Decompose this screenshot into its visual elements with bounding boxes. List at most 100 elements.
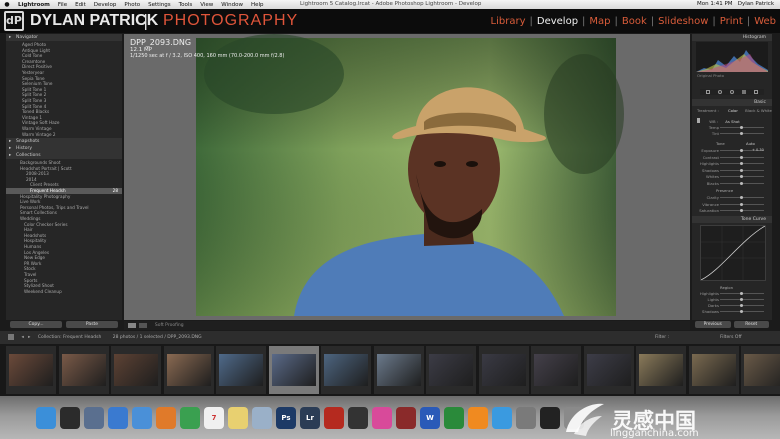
module-web[interactable]: Web: [752, 16, 778, 27]
mission-control-icon[interactable]: [84, 407, 104, 429]
finder-icon[interactable]: [36, 407, 56, 429]
image-canvas[interactable]: [124, 34, 690, 320]
filmstrip-thumbnail[interactable]: [478, 346, 529, 394]
adjustment-slider[interactable]: [720, 181, 764, 185]
treatment-bw[interactable]: Black & White: [745, 108, 772, 113]
basic-header[interactable]: Basic: [692, 99, 772, 106]
preset-item[interactable]: Warm Vintage 2: [6, 132, 122, 138]
copy-button[interactable]: Copy...: [10, 321, 62, 328]
history-header[interactable]: History: [6, 145, 122, 153]
adjustment-slider[interactable]: [720, 168, 764, 172]
tint-slider[interactable]: [720, 132, 764, 135]
tone-curve-header[interactable]: Tone Curve: [692, 216, 772, 223]
spot-removal-icon[interactable]: [718, 90, 722, 94]
filmstrip-thumbnail[interactable]: [426, 346, 476, 394]
camranger-icon[interactable]: [348, 407, 368, 429]
menubar-clock[interactable]: Mon 1:41 PM: [697, 1, 733, 7]
apple-icon[interactable]: ●: [0, 1, 14, 8]
navigator-header[interactable]: Navigator: [6, 34, 122, 41]
vlc-icon[interactable]: [468, 407, 488, 429]
grid-view-icon[interactable]: [8, 334, 14, 340]
firefox-icon[interactable]: [156, 407, 176, 429]
wb-select[interactable]: As Shot: [725, 119, 739, 124]
calendar-icon[interactable]: 7: [204, 407, 224, 429]
app-store-icon[interactable]: [492, 407, 512, 429]
adjustment-slider[interactable]: [720, 310, 764, 313]
adjustment-slider[interactable]: [720, 162, 764, 165]
module-map[interactable]: Map: [587, 16, 612, 27]
nav-back-icon[interactable]: ◂: [21, 335, 23, 340]
reset-button[interactable]: Reset: [733, 321, 769, 328]
filmstrip-source[interactable]: Collection: Frequent Headsh: [38, 335, 101, 340]
previous-button[interactable]: Previous: [695, 321, 731, 328]
module-print[interactable]: Print: [718, 16, 745, 27]
auto-tone-button[interactable]: Auto: [746, 141, 755, 146]
filmstrip-thumbnail[interactable]: [58, 346, 109, 394]
red-eye-icon[interactable]: [730, 90, 734, 94]
itunes-icon[interactable]: [372, 407, 392, 429]
adjustment-slider[interactable]: [720, 304, 764, 307]
menu-develop[interactable]: Develop: [90, 2, 121, 8]
adjustment-slider[interactable]: [720, 298, 764, 301]
module-develop[interactable]: Develop: [535, 16, 580, 27]
collection-item[interactable]: Weekend Cleanup: [6, 289, 122, 295]
adjustment-slider[interactable]: [720, 155, 764, 159]
before-after-icon[interactable]: [139, 323, 148, 328]
filmstrip-thumbnail[interactable]: [321, 346, 371, 394]
notes-icon[interactable]: [228, 407, 248, 429]
collections-header[interactable]: Collections: [6, 152, 122, 160]
system-preferences-icon[interactable]: [516, 407, 536, 429]
menu-settings[interactable]: Settings: [144, 2, 175, 8]
menu-help[interactable]: Help: [247, 2, 268, 8]
module-library[interactable]: Library: [489, 16, 528, 27]
filmstrip-thumbnail[interactable]: [373, 346, 424, 394]
filter-select[interactable]: Filters Off: [720, 331, 742, 344]
filmstrip-thumbnail[interactable]: [163, 346, 214, 394]
module-book[interactable]: Book: [620, 16, 649, 27]
word-icon[interactable]: W: [420, 407, 440, 429]
tone-curve-graph[interactable]: [700, 225, 766, 281]
wb-picker-icon[interactable]: [697, 118, 700, 123]
adjustment-slider[interactable]: [720, 175, 764, 178]
filezilla-icon[interactable]: [324, 407, 344, 429]
histogram-header[interactable]: Histogram: [692, 34, 772, 41]
menu-photo[interactable]: Photo: [120, 2, 144, 8]
temp-slider[interactable]: [720, 126, 764, 129]
menu-view[interactable]: View: [196, 2, 217, 8]
brush-icon[interactable]: [754, 90, 758, 94]
menu-window[interactable]: Window: [217, 2, 247, 8]
menu-lightroom[interactable]: Lightroom: [14, 2, 54, 8]
chrome-icon[interactable]: [180, 407, 200, 429]
filmstrip-thumbnail[interactable]: [688, 346, 739, 394]
loupe-view-icon[interactable]: [128, 323, 136, 328]
photoshop-icon[interactable]: Ps: [276, 407, 296, 429]
exposure-value[interactable]: + 0.30: [752, 148, 764, 152]
excel-icon[interactable]: [444, 407, 464, 429]
preview-icon[interactable]: [252, 407, 272, 429]
lightroom-icon[interactable]: Lr: [300, 407, 320, 429]
module-slideshow[interactable]: Slideshow: [656, 16, 710, 27]
menu-tools[interactable]: Tools: [175, 2, 197, 8]
filmstrip-thumbnail[interactable]: [531, 346, 581, 394]
graduated-filter-icon[interactable]: [742, 90, 746, 94]
crop-icon[interactable]: [706, 90, 710, 94]
mail-icon[interactable]: [132, 407, 152, 429]
menu-file[interactable]: File: [54, 2, 71, 8]
treatment-color[interactable]: Color: [728, 108, 738, 113]
adjustment-slider[interactable]: [720, 202, 764, 206]
safari-icon[interactable]: [108, 407, 128, 429]
filmstrip-thumbnail[interactable]: [741, 346, 780, 394]
paste-button[interactable]: Paste: [66, 321, 118, 328]
adjustment-slider[interactable]: [720, 292, 764, 295]
dashboard-icon[interactable]: [60, 407, 80, 429]
filmstrip-thumbnail[interactable]: [636, 346, 686, 394]
menubar-user[interactable]: Dylan Patrick: [738, 1, 774, 7]
filmstrip-thumbnail[interactable]: [111, 346, 161, 394]
nav-forward-icon[interactable]: ▸: [28, 335, 30, 340]
menu-edit[interactable]: Edit: [71, 2, 90, 8]
filmstrip-thumbnail[interactable]: [583, 346, 634, 394]
soft-proofing-toggle[interactable]: Soft Proofing: [155, 323, 184, 328]
adjustment-slider[interactable]: [720, 209, 764, 212]
adjustment-slider[interactable]: [720, 196, 764, 199]
filmstrip-thumbnail[interactable]: [268, 346, 319, 394]
